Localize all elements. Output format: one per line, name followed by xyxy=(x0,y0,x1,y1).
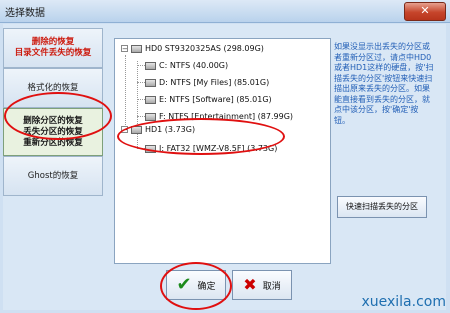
highlight-circle-ok xyxy=(160,262,232,310)
cancel-button-label: 取消 xyxy=(262,281,281,292)
partition-icon xyxy=(145,78,156,87)
hard-disk-icon xyxy=(131,44,142,53)
tree-connector xyxy=(125,55,126,127)
tree-node-label: C: NTFS (40.00G) xyxy=(159,61,229,70)
partition-icon xyxy=(145,95,156,104)
collapse-icon[interactable]: − xyxy=(121,45,128,53)
watermark: xuexila.com xyxy=(361,294,446,310)
tree-node-label: D: NTFS [My Files] (85.01G) xyxy=(159,78,270,87)
highlight-circle-hd1 xyxy=(117,118,285,155)
sidebar-item-label: 目录文件丢失的恢复 xyxy=(14,48,92,58)
tree-node-hd0[interactable]: − HD0 ST9320325AS (298.09G) xyxy=(121,44,264,53)
partition-icon xyxy=(145,61,156,70)
partition-icon xyxy=(145,112,156,121)
tree-connector xyxy=(137,65,145,66)
tree-connector xyxy=(137,99,145,100)
quick-scan-lost-partition-button[interactable]: 快速扫描丢失的分区 xyxy=(337,196,427,218)
close-button[interactable]: ✕ xyxy=(404,2,446,21)
cross-icon: ✖ xyxy=(243,275,257,294)
tree-connector xyxy=(137,82,145,83)
window-title: 选择数据 xyxy=(5,8,45,19)
sidebar-item-label: Ghost的恢复 xyxy=(27,170,79,181)
highlight-circle-sidebar xyxy=(4,92,112,140)
tree-node-partition-e[interactable]: E: NTFS [Software] (85.01G) xyxy=(145,95,272,104)
tree-node-label: HD0 ST9320325AS (298.09G) xyxy=(145,44,264,53)
sidebar-item-label: 删除的恢复 xyxy=(31,37,75,47)
cancel-button[interactable]: ✖ 取消 xyxy=(232,270,292,300)
dialog-window: 选择数据 ✕ 删除的恢复 目录文件丢失的恢复 格式化的恢复 删除分区的恢复 丢失… xyxy=(0,0,450,313)
sidebar: 删除的恢复 目录文件丢失的恢复 格式化的恢复 删除分区的恢复 丢失分区的恢复 重… xyxy=(3,28,103,276)
tree-node-partition-d[interactable]: D: NTFS [My Files] (85.01G) xyxy=(145,78,269,87)
title-bar: 选择数据 ✕ xyxy=(0,0,450,23)
sidebar-item-ghost-recovery[interactable]: Ghost的恢复 xyxy=(3,156,103,196)
tree-node-label: E: NTFS [Software] (85.01G) xyxy=(159,95,272,104)
sidebar-item-deleted-recovery[interactable]: 删除的恢复 目录文件丢失的恢复 xyxy=(3,28,103,68)
instruction-text: 如果没显示出丢失的分区或者重新分区过，请点中HD0或者HD1这样的硬盘，按'扫描… xyxy=(334,42,434,125)
tree-connector xyxy=(137,116,145,117)
tree-connector xyxy=(137,61,138,128)
tree-node-partition-c[interactable]: C: NTFS (40.00G) xyxy=(145,61,228,70)
